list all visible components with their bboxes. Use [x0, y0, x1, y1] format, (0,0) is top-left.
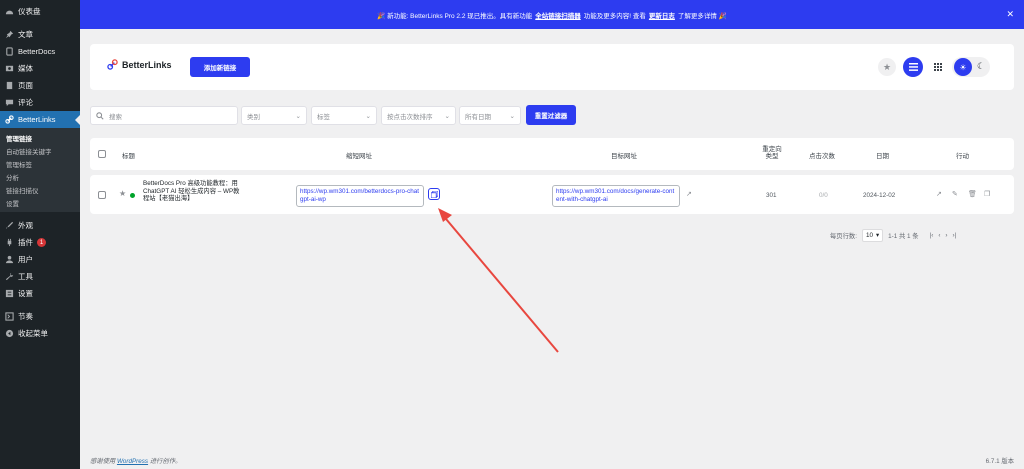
footer-credit: 感谢使用 WordPress 进行创作。 [90, 458, 182, 465]
wordpress-link[interactable]: WordPress [117, 458, 148, 465]
footer-version: 6.7.1 版本 [985, 458, 1014, 465]
annotation-arrow [438, 208, 559, 353]
